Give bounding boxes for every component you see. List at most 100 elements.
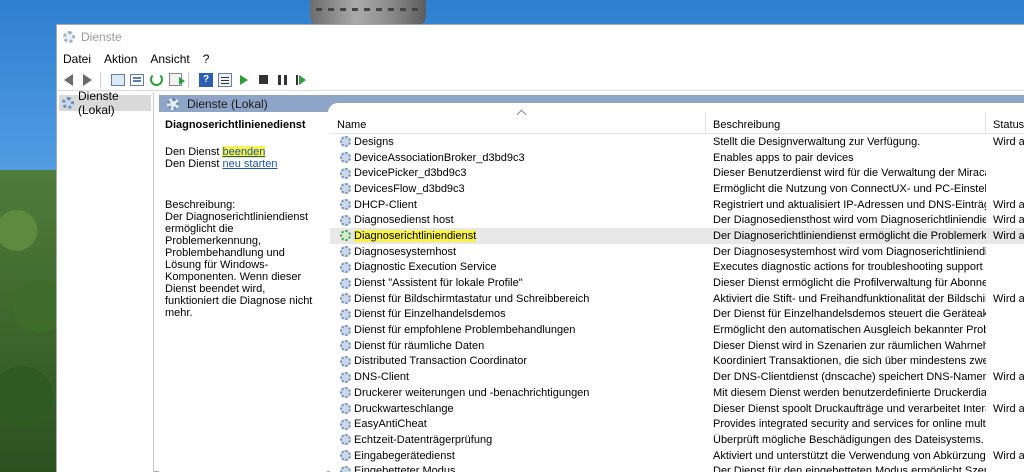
service-gear-icon [340,418,351,430]
window-title: Dienste [81,30,122,44]
service-row[interactable]: Dienst für empfohlene Problembehandlunge… [330,322,1024,338]
service-name-cell: Eingebetteter Modus [330,465,706,472]
properties-button[interactable] [216,71,234,89]
toolbar-separator [188,71,194,88]
service-row[interactable]: Dienst für Bildschirmtastatur und Schrei… [330,291,1024,307]
service-row[interactable]: Eingabegerätedienst Aktiviert und unterst… [330,448,1024,464]
service-description: Provides integrated security and service… [713,418,986,431]
menu-aktion[interactable]: Aktion [104,52,137,66]
service-name: Diagnosedienst host [354,214,454,227]
sort-ascending-icon [516,109,527,120]
service-name: Distributed Transaction Coordinator [354,355,528,368]
service-name-cell: DevicesFlow_d3bd9c3 [330,183,706,195]
menu-ansicht[interactable]: Ansicht [150,52,189,66]
forward-button[interactable] [78,71,96,89]
console-tree: Dienste (Lokal) [57,89,154,472]
stop-icon [258,75,268,84]
pause-icon [277,74,287,85]
forward-arrow-icon [82,73,92,86]
service-row[interactable]: DHCP-Client Registriert und aktualisiert … [330,197,1024,213]
service-gear-icon [340,152,351,164]
column-header-name[interactable]: Name [330,109,706,134]
service-row[interactable]: DNS-Client Der DNS-Clientdienst (dnscache… [330,369,1024,385]
service-status: Wird au [993,292,1024,305]
stop-service-link[interactable]: beenden [222,146,266,158]
service-gear-icon [340,434,351,446]
service-name-cell: DevicePicker_d3bd9c3 [330,167,706,179]
service-description: Dieser Dienst ermöglicht die Profilverwa… [713,277,986,290]
service-row[interactable]: Diagnosesystemhost Der Diagnosesystemhost… [330,244,1024,260]
help-button[interactable]: ? [197,71,215,89]
service-row[interactable]: Echtzeit-Datenträgerprüfung Überprüft mög… [330,432,1024,448]
service-row[interactable]: Druckerer weiterungen und -benachrichtig… [330,385,1024,401]
pause-service-button[interactable] [273,71,291,89]
start-service-button[interactable] [235,71,253,89]
service-gear-icon [340,403,351,415]
service-row[interactable]: Druckwarteschlange Dieser Dienst spoolt D… [330,401,1024,417]
service-name: DeviceAssociationBroker_d3bd9c3 [354,151,525,164]
service-description: Der Diagnoserichtliniendienst ermöglicht… [713,229,986,242]
service-description: Ermöglicht die Nutzung von ConnectUX- un… [713,182,986,195]
service-status: Wird au [993,371,1024,384]
list-view-button[interactable] [128,71,146,89]
menu-bar: Datei Aktion Ansicht ? [57,49,1024,69]
column-header-status-label: Status [993,119,1024,131]
service-row[interactable]: Dienst "Assistent für lokale Profile" Die… [330,275,1024,291]
service-gear-icon [340,183,351,195]
service-gear-icon [340,261,351,273]
service-name-cell: Druckwarteschlange [330,403,706,415]
service-row[interactable]: Diagnosedienst host Der Diagnosediensthos… [330,212,1024,228]
service-name-cell: EasyAntiCheat [330,418,706,430]
service-row[interactable]: DeviceAssociationBroker_d3bd9c3 Enables a… [330,150,1024,166]
service-name: Designs [354,135,394,148]
show-hide-console-tree-button[interactable] [109,71,127,89]
refresh-button[interactable] [147,71,165,89]
stop-service-button[interactable] [254,71,272,89]
service-description: Dieser Dienst wird in Szenarien zur räum… [713,339,986,352]
background-tower [310,0,426,26]
service-gear-icon [340,465,351,472]
play-icon [240,74,248,85]
service-row[interactable]: EasyAntiCheat Provides integrated securit… [330,416,1024,432]
service-row[interactable]: Diagnostic Execution Service Executes dia… [330,260,1024,276]
refresh-icon [149,73,163,86]
restart-service-button[interactable] [292,71,310,89]
services-list: Name Beschreibung Status Designs Stellt d… [330,109,1024,472]
service-row[interactable]: DevicesFlow_d3bd9c3 Ermöglicht die Nutzun… [330,181,1024,197]
column-headers: Name Beschreibung Status [330,109,1024,134]
service-description: Überprüft mögliche Beschädigungen des Da… [713,433,984,446]
services-gear-icon [63,31,75,43]
tree-item-label: Dienste (Lokal) [78,89,119,117]
tree-item-services-local[interactable]: Dienste (Lokal) [59,89,151,117]
column-header-status[interactable]: Status [986,112,1024,134]
service-name-cell: DNS-Client [330,371,706,383]
service-name: DNS-Client [354,371,410,384]
restart-icon [296,74,306,85]
service-row[interactable]: Designs Stellt die Designverwaltung zur V… [330,134,1024,150]
restart-service-link[interactable]: neu starten [222,158,277,170]
rows-container: Designs Stellt die Designverwaltung zur V… [330,134,1024,472]
service-description: Enables apps to pair devices [713,151,854,164]
service-name-cell: Distributed Transaction Coordinator [330,355,706,367]
menu-datei[interactable]: Datei [63,52,91,66]
service-row[interactable]: Eingebetteter Modus Der Dienst für den ei… [330,463,1024,472]
back-button[interactable] [59,71,77,89]
service-status: Wird au [993,214,1024,227]
export-list-button[interactable] [166,71,185,89]
service-row[interactable]: Dienst für Einzelhandelsdemos Der Dienst … [330,307,1024,323]
service-description: Executes diagnostic actions for troubles… [713,261,983,274]
menu-help[interactable]: ? [203,52,210,66]
panel-header-title: Dienste (Lokal) [187,96,268,111]
service-description: Der Diagnosesystemhost wird vom Diagnose… [713,245,986,258]
service-row[interactable]: DevicePicker_d3bd9c3 Dieser Benutzerdiens… [330,165,1024,181]
column-header-description[interactable]: Beschreibung [706,112,986,134]
service-name: Dienst für räumliche Daten [354,339,485,352]
service-row[interactable]: Distributed Transaction Coordinator Koord… [330,354,1024,370]
service-row[interactable]: Dienst für räumliche Daten Dieser Dienst … [330,338,1024,354]
service-name-cell: DeviceAssociationBroker_d3bd9c3 [330,152,706,164]
title-bar: Dienste [57,25,1024,49]
service-row[interactable]: Diagnoserichtliniendienst Der Diagnoseric… [330,228,1024,244]
service-name-cell: Diagnosedienst host [330,214,706,226]
service-name: Eingabegerätedienst [354,449,455,462]
service-name-cell: Dienst für räumliche Daten [330,340,706,352]
